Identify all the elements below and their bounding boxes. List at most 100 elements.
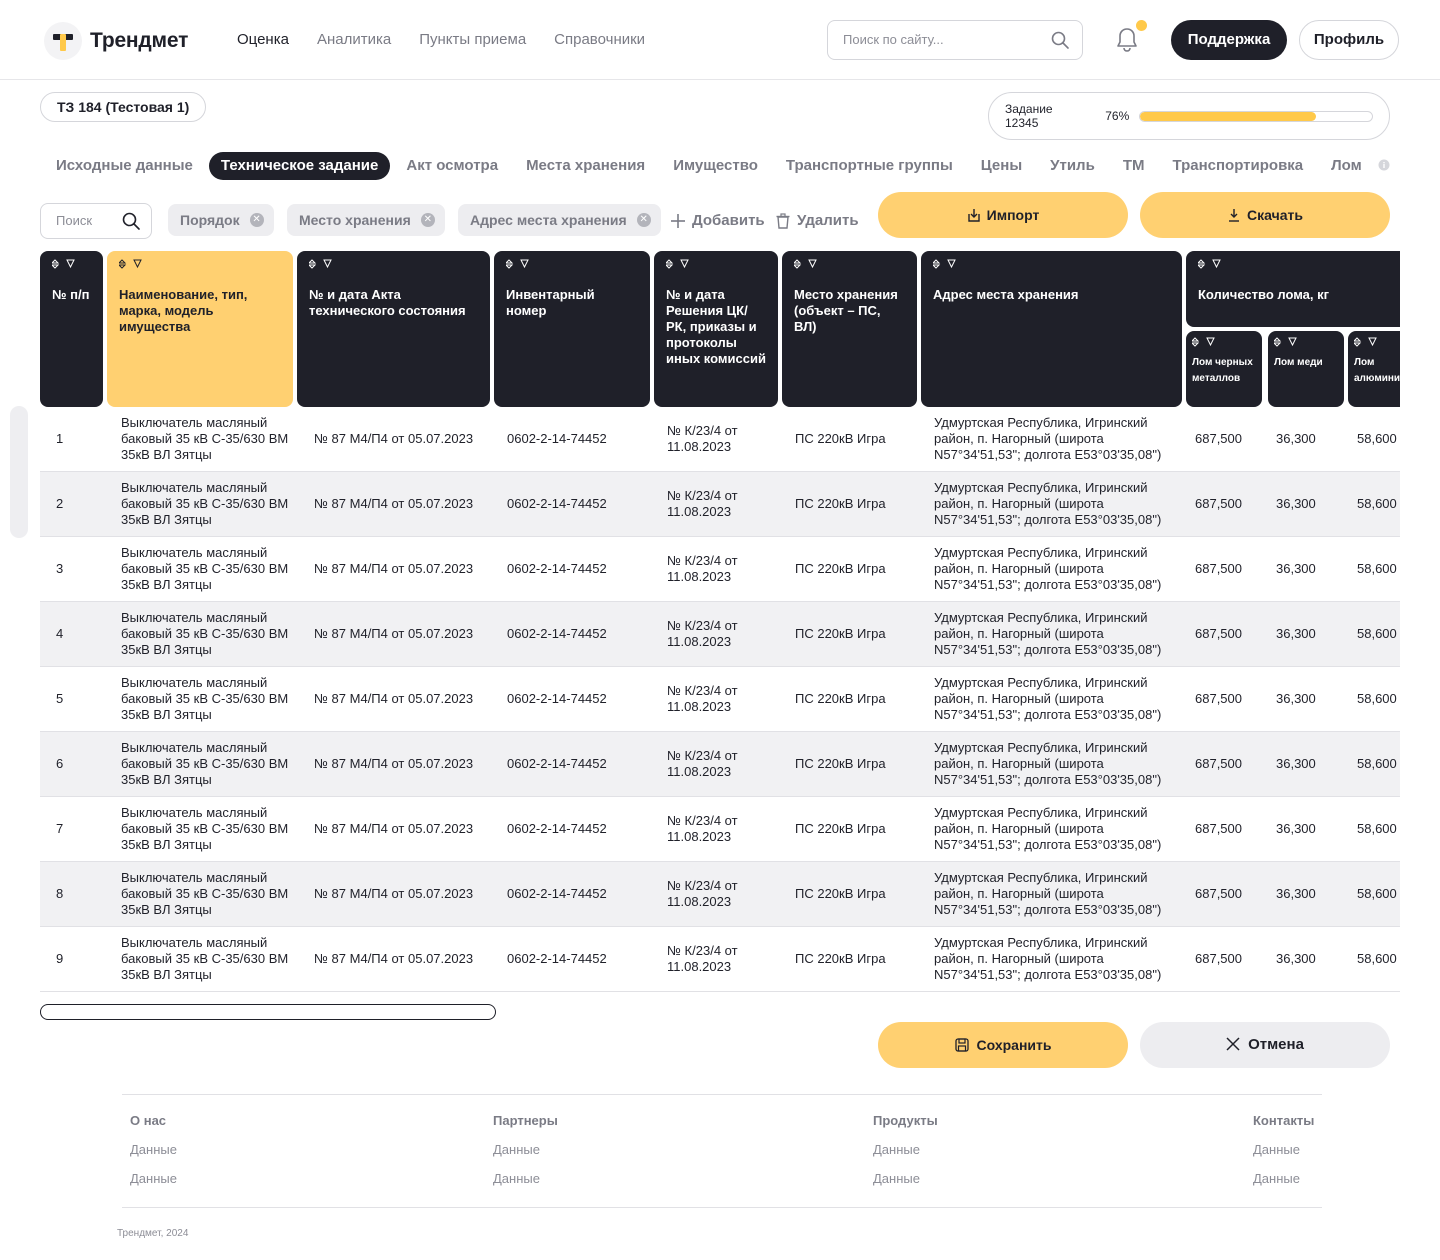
- footer-link[interactable]: Данные: [493, 1142, 558, 1157]
- filter-chip-order[interactable]: Порядок ✕: [168, 204, 274, 236]
- tab-8[interactable]: ТМ: [1111, 152, 1157, 180]
- save-button[interactable]: Сохранить: [878, 1022, 1128, 1068]
- cell-al: 58,600: [1357, 886, 1397, 901]
- table-row[interactable]: 3 Выключатель масляный баковый 35 кВ С-35…: [40, 537, 1400, 602]
- cancel-button[interactable]: Отмена: [1140, 1022, 1390, 1068]
- sort-filter-icon[interactable]: [307, 259, 478, 273]
- footer-link[interactable]: Данные: [130, 1171, 177, 1186]
- nav-item-references[interactable]: Справочники: [554, 31, 645, 48]
- cell-al: 58,600: [1357, 691, 1397, 706]
- subcolumn-header-1[interactable]: Лом меди: [1268, 331, 1344, 407]
- footer-link[interactable]: Данные: [1253, 1171, 1314, 1186]
- import-button[interactable]: Импорт: [878, 192, 1128, 238]
- close-icon[interactable]: ✕: [420, 213, 435, 227]
- cell-dec: № К/23/4 от 11.08.2023: [667, 423, 738, 454]
- table-row[interactable]: 9 Выключатель масляный баковый 35 кВ С-35…: [40, 927, 1400, 992]
- sort-filter-icon[interactable]: [1196, 259, 1400, 273]
- nav-item-collection-points[interactable]: Пункты приема: [419, 31, 526, 48]
- sort-filter-icon[interactable]: [792, 259, 905, 273]
- cell-place: ПС 220кВ Игра: [795, 756, 886, 771]
- nav-item-analytics[interactable]: Аналитика: [317, 31, 391, 48]
- column-header-2[interactable]: № и дата Акта технического состояния: [297, 251, 490, 407]
- tab-9[interactable]: Транспортировка: [1160, 152, 1315, 180]
- table-row[interactable]: 2 Выключатель масляный баковый 35 кВ С-35…: [40, 472, 1400, 537]
- column-header-1[interactable]: Наименование, тип, марка, модель имущест…: [107, 251, 293, 407]
- cell-name: Выключатель масляный баковый 35 кВ С-35/…: [121, 870, 289, 917]
- table-search-input[interactable]: Поиск: [40, 203, 152, 239]
- subcolumn-header-2[interactable]: Лом алюминия: [1348, 331, 1400, 407]
- sort-filter-icon[interactable]: [117, 259, 281, 273]
- tab-1[interactable]: Техническое задание: [208, 152, 391, 180]
- cell-n: 4: [56, 626, 64, 641]
- footer-link[interactable]: Данные: [493, 1171, 558, 1186]
- bell-icon[interactable]: [1114, 26, 1140, 54]
- column-header-3[interactable]: Инвентарный номер: [494, 251, 650, 407]
- table-row[interactable]: 1 Выключатель масляный баковый 35 кВ С-35…: [40, 407, 1400, 472]
- sort-filter-icon[interactable]: [1272, 337, 1338, 351]
- cell-al: 58,600: [1357, 431, 1397, 446]
- footer-link[interactable]: Данные: [130, 1142, 177, 1157]
- tab-2[interactable]: Акт осмотра: [394, 152, 510, 180]
- table-row[interactable]: 5 Выключатель масляный баковый 35 кВ С-35…: [40, 667, 1400, 732]
- profile-button[interactable]: Профиль: [1299, 20, 1399, 60]
- save-label: Сохранить: [976, 1037, 1052, 1053]
- table-row[interactable]: 4 Выключатель масляный баковый 35 кВ С-35…: [40, 602, 1400, 667]
- tab-5[interactable]: Транспортные группы: [774, 152, 965, 180]
- close-icon[interactable]: ✕: [636, 213, 651, 227]
- column-header-6[interactable]: Адрес места хранения: [921, 251, 1182, 407]
- footer-link[interactable]: Данные: [873, 1171, 938, 1186]
- nav-item-evaluation[interactable]: Оценка: [237, 31, 289, 48]
- column-header-4[interactable]: № и дата Решения ЦК/РК, приказы и проток…: [654, 251, 778, 407]
- subcolumn-header-0[interactable]: Лом черных металлов: [1186, 331, 1262, 407]
- tab-7[interactable]: Утиль: [1038, 152, 1107, 180]
- info-icon[interactable]: [1378, 159, 1390, 171]
- data-table: № п/п Наименование, тип, марка, модель им…: [40, 251, 1400, 992]
- footer-link[interactable]: Данные: [1253, 1142, 1314, 1157]
- subcolumn-header-label: Лом меди: [1274, 357, 1323, 368]
- sort-filter-icon[interactable]: [931, 259, 1170, 273]
- vertical-scrollbar[interactable]: [10, 406, 28, 538]
- filter-chip-storage-address[interactable]: Адрес места хранения ✕: [458, 204, 661, 236]
- tab-0[interactable]: Исходные данные: [44, 152, 205, 180]
- tab-6[interactable]: Цены: [969, 152, 1034, 180]
- column-header-label: Место хранения (объект – ПС, ВЛ): [794, 287, 898, 334]
- footer-link[interactable]: Данные: [873, 1142, 938, 1157]
- copyright: Трендмет, 2024: [117, 1228, 189, 1239]
- table-row[interactable]: 6 Выключатель масляный баковый 35 кВ С-35…: [40, 732, 1400, 797]
- cell-addr: Удмуртская Республика, Игринский район, …: [934, 415, 1162, 462]
- column-header-7[interactable]: Количество лома, кг: [1186, 251, 1400, 327]
- tab-4[interactable]: Имущество: [661, 152, 770, 180]
- logo[interactable]: Трендмет: [44, 22, 188, 60]
- site-search-input[interactable]: Поиск по сайту...: [827, 20, 1083, 60]
- sort-filter-icon[interactable]: [664, 259, 766, 273]
- table-row[interactable]: 7 Выключатель масляный баковый 35 кВ С-35…: [40, 797, 1400, 862]
- download-button[interactable]: Скачать: [1140, 192, 1390, 238]
- filter-chip-storage-place[interactable]: Место хранения ✕: [287, 204, 445, 236]
- tab-10[interactable]: Лом: [1319, 152, 1374, 180]
- footer-col-products: Продукты Данные Данные: [873, 1113, 938, 1200]
- sort-filter-icon[interactable]: [504, 259, 638, 273]
- table-search-placeholder: Поиск: [56, 213, 93, 228]
- delete-button[interactable]: Удалить: [775, 212, 859, 229]
- footer-col-about: О нас Данные Данные: [130, 1113, 177, 1200]
- cell-addr: Удмуртская Республика, Игринский район, …: [934, 610, 1162, 657]
- sort-filter-icon[interactable]: [1190, 337, 1256, 351]
- cell-fe: 687,500: [1195, 496, 1242, 511]
- column-header-5[interactable]: Место хранения (объект – ПС, ВЛ): [782, 251, 917, 407]
- add-button[interactable]: Добавить: [670, 212, 765, 229]
- cell-inv: 0602-2-14-74452: [507, 561, 607, 576]
- tab-3[interactable]: Места хранения: [514, 152, 657, 180]
- horizontal-scrollbar[interactable]: [40, 1004, 496, 1020]
- search-icon: [122, 212, 140, 230]
- plus-icon: [671, 213, 685, 228]
- close-icon[interactable]: ✕: [249, 213, 264, 227]
- sort-filter-icon[interactable]: [1352, 337, 1400, 351]
- column-header-0[interactable]: № п/п: [40, 251, 103, 407]
- support-button[interactable]: Поддержка: [1171, 20, 1287, 60]
- cell-dec: № К/23/4 от 11.08.2023: [667, 618, 738, 649]
- chip-label: Порядок: [180, 212, 240, 228]
- cell-act: № 87 М4/П4 от 05.07.2023: [314, 626, 474, 641]
- cell-dec: № К/23/4 от 11.08.2023: [667, 878, 738, 909]
- sort-filter-icon[interactable]: [50, 259, 91, 273]
- table-row[interactable]: 8 Выключатель масляный баковый 35 кВ С-35…: [40, 862, 1400, 927]
